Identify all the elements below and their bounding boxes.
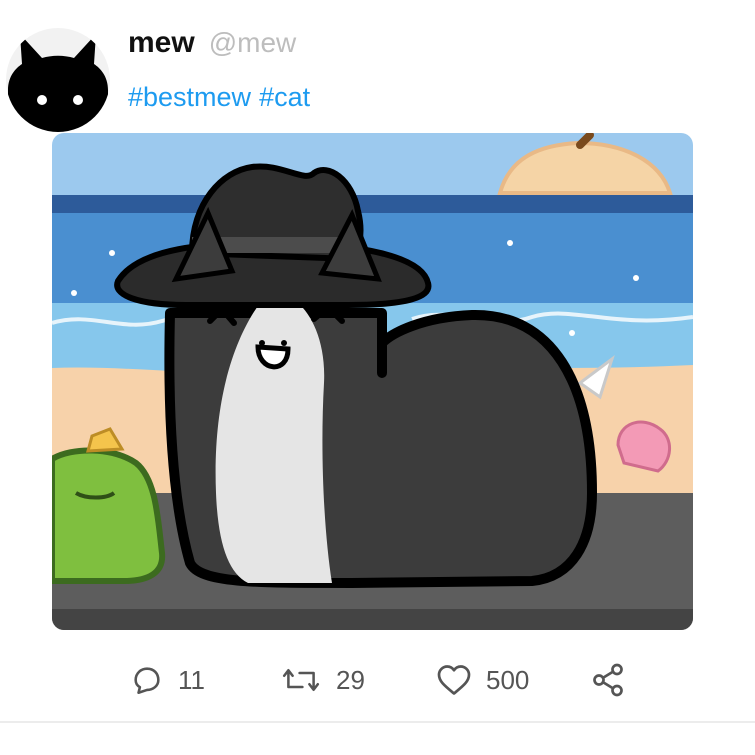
share-button[interactable] <box>590 655 626 705</box>
author-row: mew @mew <box>128 26 296 60</box>
action-bar: 11 29 500 <box>0 655 755 705</box>
reply-icon <box>134 667 160 695</box>
handle: @mew <box>208 27 297 58</box>
retweet-count: 29 <box>336 664 365 695</box>
share-icon <box>593 663 623 697</box>
hashtag-row: #bestmew #cat <box>128 82 310 113</box>
divider <box>0 721 755 723</box>
like-count: 500 <box>486 664 530 695</box>
reply-button[interactable]: 11 <box>130 655 205 705</box>
retweet-button[interactable]: 29 <box>280 655 365 705</box>
tweet-card: mew @mew #bestmew #cat 11 29 500 <box>0 0 755 755</box>
like-button[interactable]: 500 <box>436 655 529 705</box>
reply-count: 11 <box>178 664 205 695</box>
cat-in-hat-illustration <box>52 133 693 630</box>
avatar[interactable] <box>6 28 110 132</box>
retweet-icon <box>282 668 320 692</box>
heart-icon <box>437 665 471 695</box>
tweet-media-image[interactable] <box>52 133 693 630</box>
hashtag-cat[interactable]: #cat <box>259 82 310 113</box>
hashtag-bestmew[interactable]: #bestmew <box>128 82 251 113</box>
black-cat-avatar-icon <box>8 34 108 132</box>
display-name[interactable]: mew <box>128 26 195 60</box>
